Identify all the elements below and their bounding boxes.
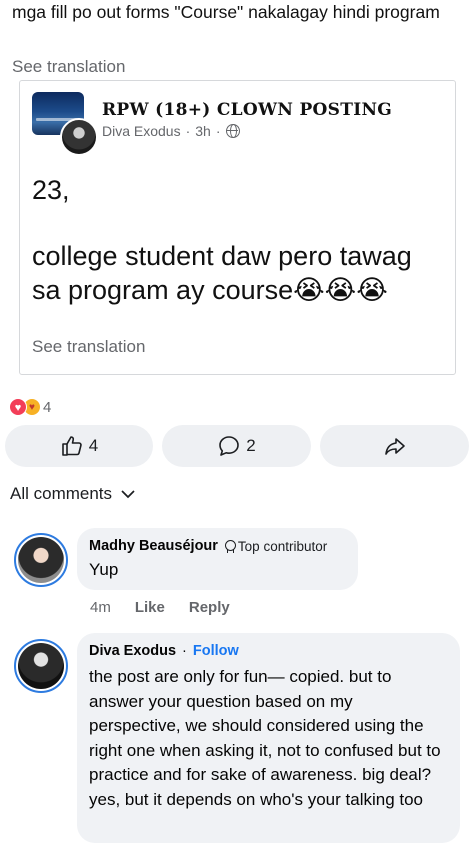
- like-count: 4: [88, 436, 99, 455]
- badge-icon: [224, 539, 236, 553]
- comment-author-row: Diva Exodus · Follow: [89, 643, 448, 659]
- badge-label: Top contributor: [237, 538, 328, 554]
- comment-bubble-icon: [219, 436, 240, 456]
- author-avatar[interactable]: [60, 118, 98, 156]
- comments-filter-label: All comments: [10, 484, 113, 503]
- author-name[interactable]: Diva Exodus: [102, 123, 181, 139]
- comment-button[interactable]: 2: [162, 425, 311, 467]
- comment-like-button[interactable]: Like: [135, 599, 165, 616]
- commenter-avatar[interactable]: [14, 639, 68, 693]
- comment-author-name[interactable]: Madhy Beauséjour: [89, 538, 218, 554]
- group-name[interactable]: RPW (18+) CLOWN POSTING: [102, 100, 392, 120]
- comment-reply-button[interactable]: Reply: [189, 599, 230, 616]
- share-arrow-icon: [384, 438, 405, 455]
- like-button[interactable]: 4: [5, 425, 153, 467]
- post-text: mga fill po out forms "Course" nakalagay…: [12, 2, 440, 22]
- comment-time: 4m: [90, 599, 111, 616]
- share-button[interactable]: [320, 425, 469, 467]
- shared-post-card[interactable]: RPW (18+) CLOWN POSTING Diva Exodus · 3h…: [19, 80, 456, 375]
- post-time: 3h: [195, 123, 211, 139]
- separator-dot: ·: [182, 643, 187, 659]
- shared-post-line-2: college student daw pero tawag sa progra…: [32, 239, 442, 307]
- comment-text: the post are only for fun— copied. but t…: [89, 667, 441, 809]
- chevron-down-icon: [121, 490, 135, 499]
- comment-bubble: Madhy Beauséjour Top contributor Yup: [77, 528, 358, 590]
- globe-icon: [225, 124, 240, 138]
- separator-dot: ·: [185, 123, 191, 139]
- author-line: Diva Exodus · 3h ·: [102, 123, 240, 139]
- thumbs-up-icon: [61, 436, 82, 456]
- shared-post-line-1: 23,: [32, 175, 70, 205]
- comment-author-row: Madhy Beauséjour Top contributor: [89, 538, 346, 554]
- separator-dot: ·: [215, 123, 221, 139]
- reaction-count: 4: [43, 398, 52, 416]
- comment-bubble: Diva Exodus · Follow the post are only f…: [77, 633, 460, 843]
- shared-post-body: 23, college student daw pero tawag sa pr…: [32, 173, 442, 307]
- comment-text: Yup: [89, 560, 119, 579]
- see-translation-link[interactable]: See translation: [32, 337, 145, 357]
- top-contributor-badge: Top contributor: [224, 539, 327, 554]
- crying-emoji-icon: 😭😭😭: [293, 275, 388, 305]
- see-translation-link[interactable]: See translation: [12, 57, 125, 77]
- comment-author-name[interactable]: Diva Exodus: [89, 643, 176, 659]
- follow-button[interactable]: Follow: [193, 643, 239, 659]
- commenter-avatar[interactable]: [14, 533, 68, 587]
- heart-reaction-icon: ♥: [9, 398, 27, 416]
- comment-actions: 4m Like Reply: [90, 599, 230, 616]
- reactions-summary[interactable]: ♥ ♥ 4: [9, 398, 51, 416]
- comments-filter-dropdown[interactable]: All comments: [10, 484, 136, 504]
- comment-count: 2: [246, 436, 256, 455]
